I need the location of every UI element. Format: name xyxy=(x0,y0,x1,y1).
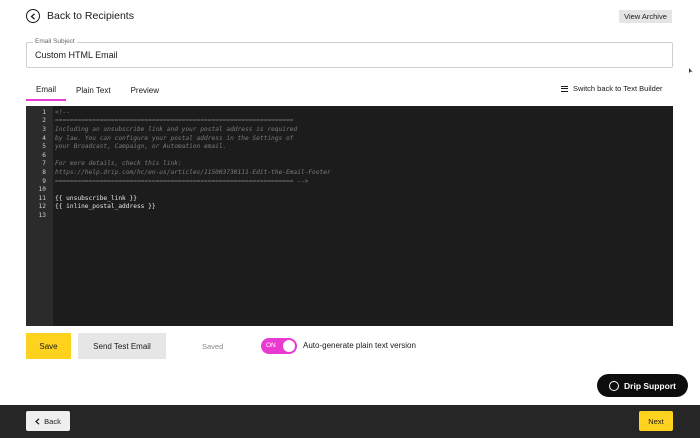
chevron-left-icon xyxy=(35,417,40,425)
toggle-knob xyxy=(283,340,295,352)
line-number: 5 xyxy=(42,143,46,151)
saved-status: Saved xyxy=(202,342,224,351)
mouse-cursor-icon xyxy=(689,68,693,73)
circle-chevron-left-icon xyxy=(26,9,40,23)
email-subject-input[interactable] xyxy=(35,50,635,60)
code-line: 4 by law. You can configure your postal a… xyxy=(26,134,673,143)
back-button-label: Back xyxy=(44,416,61,426)
code-line: 3 Including an unsubscribe link and your … xyxy=(26,125,673,134)
code-text: Including an unsubscribe link and your p… xyxy=(55,125,298,133)
menu-icon xyxy=(561,85,568,92)
code-line: 10 xyxy=(26,185,673,194)
code-text: {{ unsubscribe_link }} xyxy=(55,194,137,202)
line-number: 6 xyxy=(42,151,46,159)
line-number: 1 xyxy=(42,108,46,116)
code-line: 11 {{ unsubscribe_link }} xyxy=(26,194,673,203)
code-line: 6 xyxy=(26,151,673,160)
email-subject-label: Email Subject xyxy=(33,38,77,45)
code-line: 9 =======================================… xyxy=(26,177,673,186)
code-lines: 1 <!-- 2 =================================… xyxy=(26,108,673,220)
code-line: 2 =======================================… xyxy=(26,117,673,126)
line-number: 11 xyxy=(38,194,46,202)
code-line: 8 https://help.drip.com/hc/en-us/articles… xyxy=(26,168,673,177)
code-line: 5 your Broadcast, Campaign, or Automation… xyxy=(26,142,673,151)
code-line: 1 <!-- xyxy=(26,108,673,117)
tab-preview[interactable]: Preview xyxy=(121,80,169,101)
switch-to-text-builder-link[interactable]: Switch back to Text Builder xyxy=(561,84,663,93)
auto-generate-toggle[interactable]: ON xyxy=(261,338,297,354)
tab-email[interactable]: Email xyxy=(26,80,67,101)
line-number: 2 xyxy=(42,117,46,125)
drip-support-label: Drip Support xyxy=(624,380,676,391)
code-text: https://help.drip.com/hc/en-us/articles/… xyxy=(55,168,331,176)
page: Back to Recipients View Archive Email Su… xyxy=(0,0,700,438)
line-number: 8 xyxy=(42,168,46,176)
code-line: 7 For more details, check this link: xyxy=(26,160,673,169)
email-subject-field: Email Subject xyxy=(26,38,673,68)
save-button[interactable]: Save xyxy=(26,333,71,359)
code-text: ========================================… xyxy=(55,117,294,125)
code-text: <!-- xyxy=(55,108,70,116)
toggle-state-label: ON xyxy=(266,342,276,349)
line-number: 7 xyxy=(42,160,46,168)
back-to-recipients-link[interactable]: Back to Recipients xyxy=(26,9,134,23)
chat-bubble-icon xyxy=(609,380,620,391)
back-to-recipients-label: Back to Recipients xyxy=(47,10,134,22)
view-archive-button[interactable]: View Archive xyxy=(619,10,672,23)
editor-tabs: Email Plain Text Preview xyxy=(26,80,169,101)
tab-plain-text[interactable]: Plain Text xyxy=(66,80,121,101)
back-button[interactable]: Back xyxy=(26,411,70,431)
code-line: 13 xyxy=(26,211,673,220)
line-number: 10 xyxy=(38,186,46,194)
code-line: 12 {{ inline_postal_address }} xyxy=(26,203,673,212)
next-button[interactable]: Next xyxy=(639,411,673,431)
code-text: For more details, check this link: xyxy=(55,160,182,168)
line-number: 9 xyxy=(42,177,46,185)
code-text: {{ inline_postal_address }} xyxy=(55,203,156,211)
auto-generate-label: Auto-generate plain text version xyxy=(303,341,416,350)
line-number: 4 xyxy=(42,134,46,142)
line-number: 3 xyxy=(42,125,46,133)
drip-support-button[interactable]: Drip Support xyxy=(597,374,688,397)
html-code-editor[interactable]: 1 <!-- 2 =================================… xyxy=(26,106,673,326)
switch-to-text-builder-label: Switch back to Text Builder xyxy=(573,84,663,93)
code-text: your Broadcast, Campaign, or Automation … xyxy=(55,143,227,151)
line-number: 12 xyxy=(38,203,46,211)
line-number: 13 xyxy=(38,211,46,219)
send-test-email-button[interactable]: Send Test Email xyxy=(78,333,166,359)
footer-bar: Back Next xyxy=(0,405,700,438)
code-text: ========================================… xyxy=(55,177,309,185)
code-text: by law. You can configure your postal ad… xyxy=(55,134,294,142)
